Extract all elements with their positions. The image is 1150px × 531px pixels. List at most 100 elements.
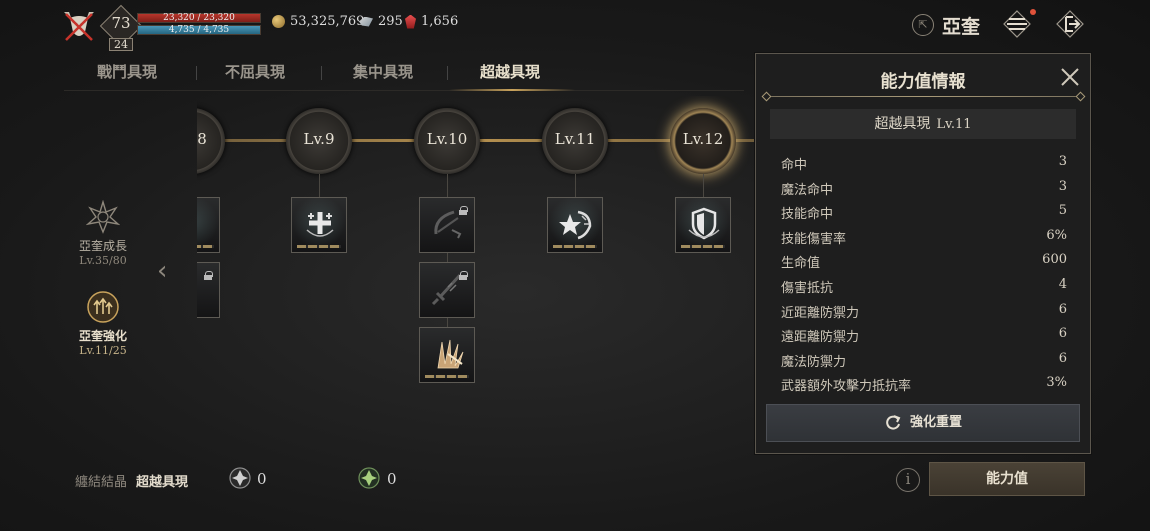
skill-progress <box>425 375 469 378</box>
notification-dot <box>1030 9 1036 15</box>
info-icon[interactable]: i <box>896 468 920 492</box>
stat-name: 傷害抵抗 <box>781 280 834 296</box>
refresh-icon <box>886 414 901 430</box>
burst-spikes-icon <box>437 339 464 369</box>
tab-bar: 戰鬥具現 不屈具現 集中具現 超越具現 <box>64 60 584 92</box>
clan-emblem-icon[interactable] <box>60 8 98 44</box>
track-node-lv11[interactable]: Lv.11 <box>542 108 608 174</box>
lock-icon <box>204 271 213 280</box>
crystal-white-count: 0 <box>257 470 267 488</box>
skill-slot-star-shield[interactable] <box>547 197 603 253</box>
panel-subtitle-level: Lv.11 <box>936 117 972 132</box>
skill-progress <box>197 245 214 248</box>
node-connector <box>319 174 320 197</box>
red-gem-icon <box>405 14 416 29</box>
menu-icon[interactable] <box>1002 9 1032 39</box>
track-node-lv10[interactable]: Lv.10 <box>414 108 480 174</box>
panel-subtitle-name: 超越具現 <box>874 116 931 132</box>
stat-row: 魔法命中 3 <box>781 179 1067 204</box>
ornament-divider <box>766 96 1082 97</box>
lock-icon <box>459 271 468 280</box>
tab-focus[interactable]: 集中具現 <box>353 60 413 92</box>
node-connector <box>447 318 448 327</box>
server-name[interactable]: 亞奎 <box>942 12 980 39</box>
stat-name: 生命值 <box>781 256 821 272</box>
stat-name: 魔法防禦力 <box>781 354 847 370</box>
sidebar-item-label: 亞奎成長 <box>78 239 127 253</box>
shard-icon <box>359 16 373 27</box>
stat-name: 近距離防禦力 <box>781 305 860 321</box>
chevron-left-icon[interactable]: ‹ <box>157 258 179 284</box>
panel-title: 能力值情報 <box>880 72 966 92</box>
skill-progress <box>681 245 725 248</box>
skill-glow <box>197 198 219 252</box>
heal-plus-icon <box>306 212 334 237</box>
stat-row: 武器額外攻擊力抵抗率 3% <box>781 375 1067 400</box>
stat-name: 技能命中 <box>781 207 834 223</box>
stat-value: 4 <box>1058 276 1067 292</box>
reset-enhance-button[interactable]: 強化重置 <box>766 404 1080 442</box>
lock-icon <box>459 206 468 215</box>
active-tab-underline <box>449 89 575 91</box>
stats-button[interactable]: 能力值 <box>929 462 1085 496</box>
gem-currency: 1,656 <box>405 14 458 29</box>
node-connector <box>447 174 448 197</box>
skill-slot-shield[interactable] <box>675 197 731 253</box>
tab-separator <box>321 66 322 80</box>
tab-separator <box>196 66 197 80</box>
sidebar-item-level: Lv.11/25 <box>79 344 127 357</box>
stat-row: 近距離防禦力 6 <box>781 302 1067 327</box>
gem-amount: 1,656 <box>421 14 459 29</box>
node-connector <box>575 174 576 197</box>
share-icon[interactable]: ⇱ <box>912 14 934 36</box>
sidebar-item-enhance[interactable]: 亞奎強化 Lv.11/25 <box>73 290 133 357</box>
crystal-label-muted: 纏結結晶 <box>75 475 128 490</box>
stat-name: 武器額外攻擊力抵抗率 <box>781 379 912 395</box>
growth-star-icon <box>86 200 120 234</box>
node-label: Lv.12 <box>682 130 724 148</box>
stat-value: 3% <box>1046 375 1067 391</box>
tab-battle[interactable]: 戰鬥具現 <box>97 60 157 92</box>
stat-list: 命中 3 魔法命中 3 技能命中 5 技能傷害率 6% 生命值 600 傷害抵抗 4 近距離… <box>781 154 1067 400</box>
crystal-white-icon <box>229 467 251 489</box>
skill-slot-bow-locked[interactable] <box>419 197 475 253</box>
hp-bar: 23,320 / 23,320 <box>137 13 261 23</box>
track-node-lv9[interactable]: Lv.9 <box>286 108 352 174</box>
stat-value: 3 <box>1058 154 1067 169</box>
mp-bar: 4,735 / 4,735 <box>137 25 261 35</box>
reset-label: 強化重置 <box>909 415 962 430</box>
node-connector <box>447 253 448 262</box>
skill-slot-sword-locked[interactable] <box>419 262 475 318</box>
panel-subtitle: 超越具現 Lv.11 <box>770 109 1076 139</box>
shard-amount: 295 <box>378 14 403 29</box>
node-connector <box>703 174 704 197</box>
skill-progress <box>553 245 597 248</box>
crystal-label-main: 超越具現 <box>136 475 189 490</box>
skill-slot-burst[interactable] <box>419 327 475 383</box>
stat-row: 魔法防禦力 6 <box>781 351 1067 376</box>
skill-slot[interactable] <box>197 197 220 253</box>
star-shield-icon <box>559 210 592 240</box>
track-node-lv12[interactable]: Lv.12 <box>670 108 736 174</box>
exit-icon[interactable] <box>1055 9 1085 39</box>
close-icon[interactable] <box>1059 66 1081 88</box>
skill-slot-heal-plus[interactable] <box>291 197 347 253</box>
ornament-diamond <box>1075 91 1086 102</box>
tab-unyielding[interactable]: 不屈具現 <box>225 60 285 92</box>
sidebar-item-growth[interactable]: 亞奎成長 Lv.35/80 <box>73 200 133 267</box>
shield-icon <box>688 207 720 240</box>
stat-name: 魔法命中 <box>781 182 834 198</box>
tab-separator <box>447 66 448 80</box>
stat-row: 遠距離防禦力 6 <box>781 326 1067 351</box>
track-node-lv8[interactable]: 8 <box>197 108 225 174</box>
skill-progress <box>297 245 341 248</box>
gold-coin-icon <box>272 15 285 28</box>
enhance-arrows-icon <box>87 291 119 323</box>
tab-transcend[interactable]: 超越具現 <box>480 60 540 92</box>
stat-name: 遠距離防禦力 <box>781 330 860 346</box>
hp-text: 23,320 / 23,320 <box>163 13 235 23</box>
stat-value: 6 <box>1058 326 1067 342</box>
sidebar-item-level: Lv.35/80 <box>79 254 127 267</box>
skill-slot-locked[interactable] <box>197 262 220 318</box>
stat-value: 6% <box>1046 227 1067 243</box>
